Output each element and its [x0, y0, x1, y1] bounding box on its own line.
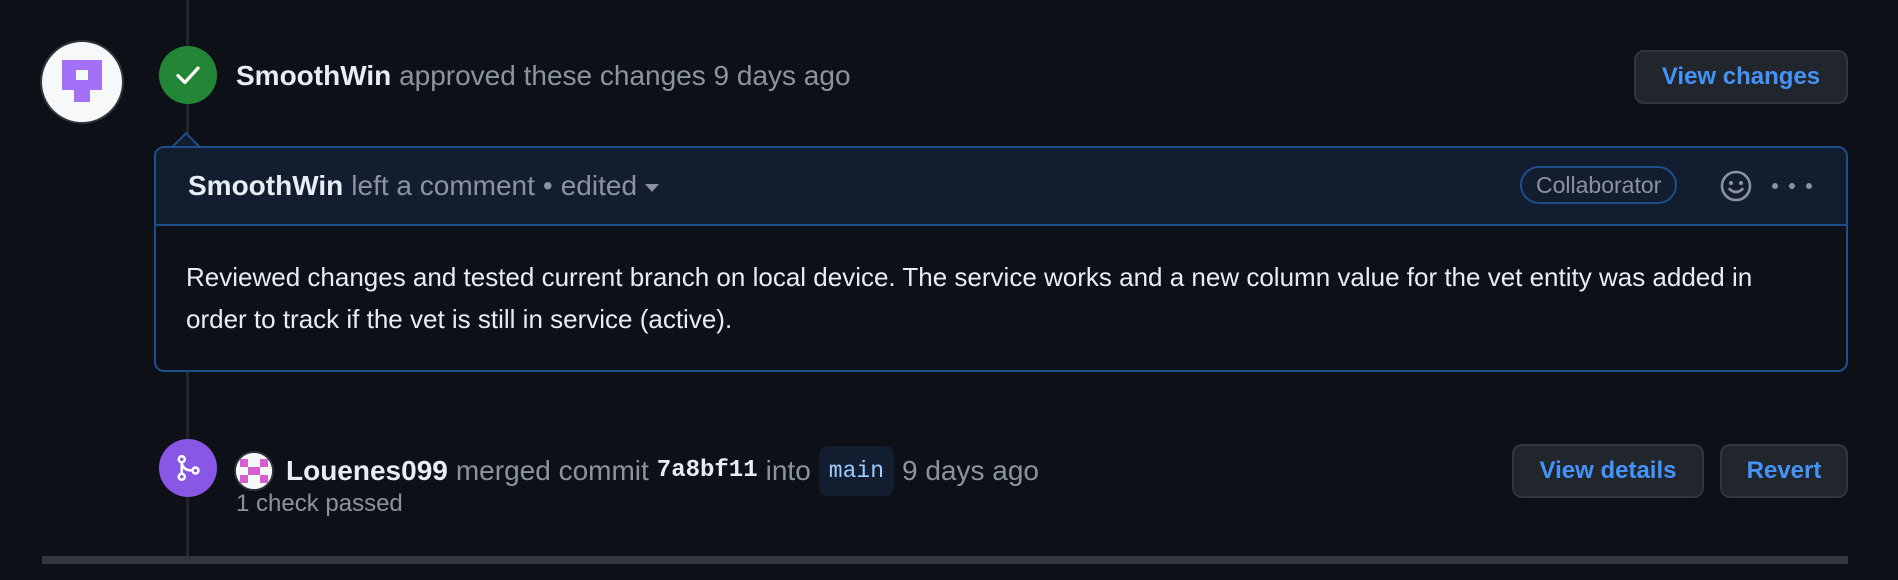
- branch-name[interactable]: main: [818, 446, 894, 496]
- timeline-divider: [42, 556, 1848, 564]
- check-icon: [176, 66, 200, 85]
- merged-badge: [159, 439, 217, 497]
- merge-event: Louenes099 merged commit 7a8bf11 into ma…: [234, 446, 1039, 496]
- edited-dropdown[interactable]: edited: [560, 166, 660, 206]
- comment-options-button[interactable]: [1772, 170, 1812, 202]
- git-merge-icon: [177, 454, 200, 482]
- review-header: SmoothWin approved these changes 9 days …: [236, 56, 851, 96]
- comment-action: left a comment: [351, 170, 535, 201]
- avatar[interactable]: [234, 451, 274, 491]
- separator-dot: •: [542, 170, 553, 201]
- view-details-button[interactable]: View details: [1512, 444, 1704, 498]
- comment-body: Reviewed changes and tested current bran…: [186, 262, 1753, 334]
- approved-badge: [159, 46, 217, 104]
- review-time[interactable]: 9 days ago: [714, 60, 851, 91]
- kebab-dot: [1806, 183, 1812, 189]
- into-label: into: [765, 455, 811, 486]
- merge-time[interactable]: 9 days ago: [902, 450, 1039, 492]
- pr-timeline: SmoothWin approved these changes 9 days …: [0, 0, 1898, 580]
- kebab-dot: [1772, 183, 1778, 189]
- merge-action: merged commit: [455, 455, 649, 486]
- commit-sha-link[interactable]: 7a8bf11: [657, 450, 758, 492]
- add-reaction-button[interactable]: [1718, 168, 1754, 204]
- avatar[interactable]: [40, 40, 124, 124]
- check-status[interactable]: 1 check passed: [236, 490, 403, 518]
- comment-header: SmoothWin left a comment • edited Collab…: [156, 148, 1846, 226]
- merge-author-link[interactable]: Louenes099: [286, 450, 448, 492]
- review-comment: SmoothWin left a comment • edited Collab…: [154, 146, 1848, 372]
- review-action: approved these changes: [399, 60, 706, 91]
- revert-button[interactable]: Revert: [1720, 444, 1848, 498]
- comment-title: SmoothWin left a comment • edited: [188, 166, 660, 206]
- identicon-avatar: [62, 60, 102, 102]
- view-changes-button[interactable]: View changes: [1634, 50, 1848, 104]
- kebab-dot: [1789, 183, 1795, 189]
- comment-author-link[interactable]: SmoothWin: [188, 166, 343, 206]
- collaborator-badge: Collaborator: [1520, 166, 1678, 204]
- identicon-avatar: [236, 453, 272, 489]
- review-author-link[interactable]: SmoothWin: [236, 60, 391, 91]
- edited-label: edited: [560, 170, 638, 201]
- triangle-down-icon: [645, 184, 660, 192]
- smiley-icon: [1720, 170, 1752, 202]
